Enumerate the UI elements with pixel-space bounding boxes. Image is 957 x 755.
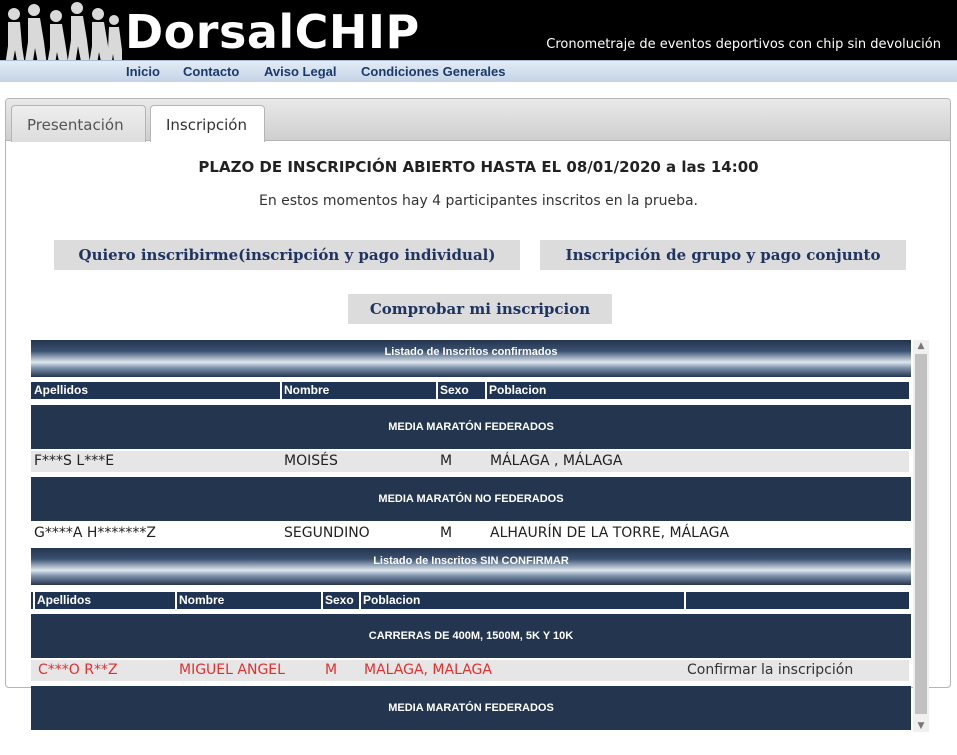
col-separator	[485, 382, 487, 399]
col-poblacion: Poblacion	[363, 593, 421, 607]
col-poblacion: Poblacion	[489, 383, 547, 397]
individual-registration-button[interactable]: Quiero inscribirme(inscripción y pago in…	[54, 240, 520, 270]
col-nombre: Nombre	[179, 593, 225, 607]
tab-bar: Presentación Inscripción	[6, 99, 950, 142]
table-row: G****A H*******Z SEGUNDINO M ALHAURÍN DE…	[31, 523, 909, 544]
scrollbar-thumb[interactable]	[915, 354, 927, 714]
category-header: MEDIA MARATÓN NO FEDERADOS	[31, 477, 911, 521]
confirmed-table-header: Apellidos Nombre Sexo Poblacion	[31, 382, 909, 399]
col-separator	[359, 592, 361, 609]
cell-poblacion: MALAGA, MALAGA	[364, 662, 492, 678]
cell-apellidos: C***O R**Z	[38, 662, 118, 678]
nav-contacto[interactable]: Contacto	[183, 64, 239, 79]
cell-sexo: M	[325, 662, 338, 678]
site-header: DorsalCHIP Cronometraje de eventos depor…	[0, 0, 957, 82]
confirm-registration-link[interactable]: Confirmar la inscripción	[687, 662, 853, 678]
cell-nombre: MOISÉS	[284, 453, 338, 469]
cell-poblacion: MÁLAGA , MÁLAGA	[490, 453, 623, 469]
registrants-list: Listado de Inscritos confirmados Apellid…	[31, 340, 911, 730]
brand-title: DorsalCHIP	[125, 5, 420, 59]
col-apellidos: Apellidos	[34, 383, 89, 397]
participants-count: En estos momentos hay 4 participantes in…	[258, 193, 699, 209]
col-apellidos: Apellidos	[37, 593, 92, 607]
category-header: MEDIA MARATÓN FEDERADOS	[31, 405, 911, 449]
cell-sexo: M	[440, 453, 453, 469]
col-separator	[175, 592, 177, 609]
col-separator	[321, 592, 323, 609]
unconfirmed-table-header: Apellidos Nombre Sexo Poblacion	[31, 592, 909, 609]
list-scrollbar[interactable]: ▲ ▼	[913, 340, 929, 732]
tab-inscripcion[interactable]: Inscripción	[150, 105, 265, 142]
col-sexo: Sexo	[440, 383, 469, 397]
table-row: F***S L***E MOISÉS M MÁLAGA , MÁLAGA	[31, 451, 909, 472]
col-nombre: Nombre	[284, 383, 330, 397]
col-separator	[280, 382, 282, 399]
deadline-heading: PLAZO DE INSCRIPCIÓN ABIERTO HASTA EL 08…	[198, 158, 759, 176]
category-header: MEDIA MARATÓN FEDERADOS	[31, 686, 911, 730]
col-sexo: Sexo	[325, 593, 354, 607]
col-separator	[33, 592, 35, 609]
confirmed-section-title: Listado de Inscritos confirmados	[384, 346, 558, 358]
main-nav: Inicio Contacto Aviso Legal Condiciones …	[0, 60, 957, 82]
unconfirmed-section-title: Listado de Inscritos SIN CONFIRMAR	[373, 555, 569, 567]
cell-sexo: M	[440, 525, 453, 541]
cell-nombre: MIGUEL ANGEL	[179, 662, 285, 678]
cell-apellidos: G****A H*******Z	[34, 525, 156, 541]
check-registration-button[interactable]: Comprobar mi inscripcion	[348, 294, 612, 324]
table-row: C***O R**Z MIGUEL ANGEL M MALAGA, MALAGA…	[31, 660, 909, 681]
col-separator	[684, 592, 686, 609]
nav-inicio[interactable]: Inicio	[126, 64, 160, 79]
cell-nombre: SEGUNDINO	[284, 525, 370, 541]
nav-aviso-legal[interactable]: Aviso Legal	[264, 64, 336, 79]
tab-presentacion[interactable]: Presentación	[11, 105, 146, 142]
brand-tagline: Cronometraje de eventos deportivos con c…	[546, 37, 941, 52]
scroll-up-icon[interactable]: ▲	[913, 340, 929, 352]
cell-poblacion: ALHAURÍN DE LA TORRE, MÁLAGA	[490, 525, 730, 541]
category-header: CARRERAS DE 400M, 1500M, 5K Y 10K	[31, 614, 911, 658]
col-separator	[436, 382, 438, 399]
cell-apellidos: F***S L***E	[34, 453, 115, 469]
group-registration-button[interactable]: Inscripción de grupo y pago conjunto	[540, 240, 906, 270]
scroll-down-icon[interactable]: ▼	[913, 720, 929, 732]
nav-condiciones-generales[interactable]: Condiciones Generales	[361, 64, 506, 79]
